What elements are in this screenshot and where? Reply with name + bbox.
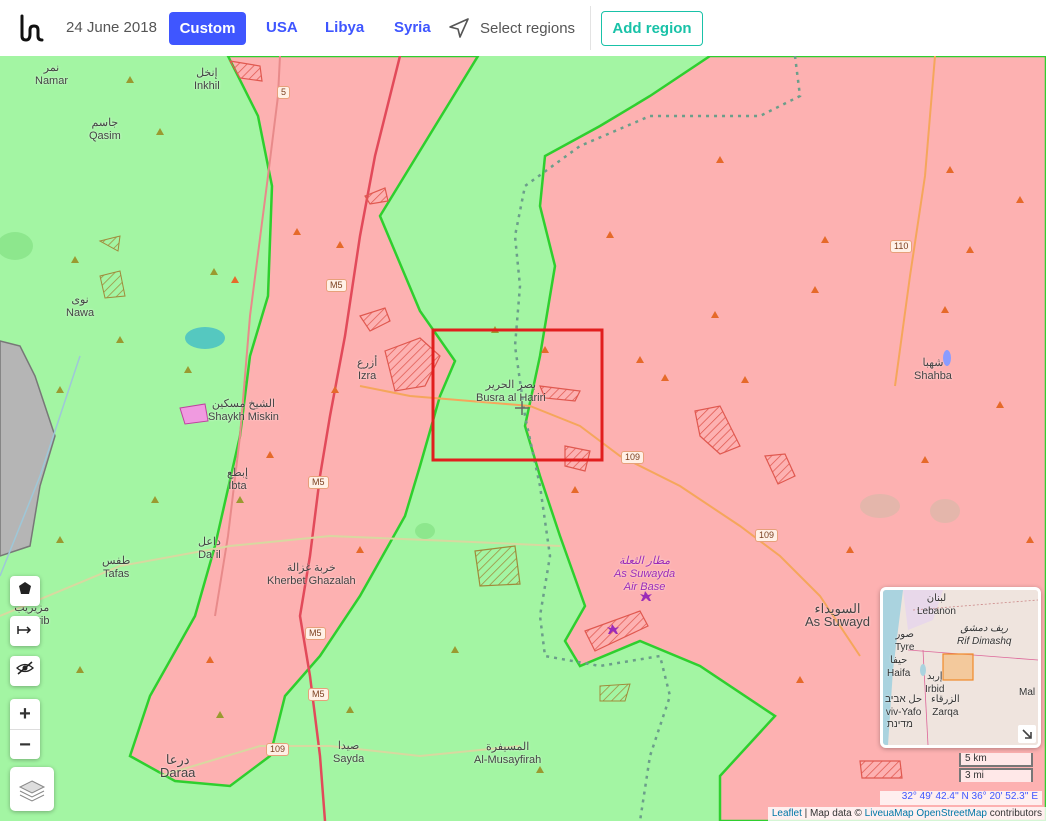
place-label-as-suwayda: السويداء As Suwayd: [805, 601, 871, 629]
minimap-label-mal: Mal: [1019, 687, 1036, 698]
road-shield-5: 5: [277, 86, 291, 99]
arrow-line-icon: [17, 626, 32, 634]
leaflet-link[interactable]: Leaflet: [772, 808, 802, 819]
minimap-collapse-icon[interactable]: [1018, 725, 1036, 743]
place-label-daraa: درعا Daraa: [160, 752, 196, 780]
place-label-izra: أزرع Izra: [357, 357, 378, 382]
draw-line-button[interactable]: [10, 616, 40, 646]
scale-km: 5 km: [959, 753, 1033, 767]
draw-polygon-button[interactable]: [10, 576, 40, 606]
liveuamap-logo[interactable]: [14, 12, 48, 44]
add-region-button[interactable]: Add region: [601, 11, 703, 46]
layers-icon: [18, 780, 46, 802]
select-regions-button[interactable]: Select regions: [448, 17, 575, 39]
place-label-shaykh-miskin: الشيخ مسكين Shaykh Miskin: [208, 398, 279, 423]
place-label-dail: داعل Da`il: [198, 536, 221, 561]
place-label-ibta: إبطع Ibta: [227, 467, 248, 492]
road-shield-m5: M5: [308, 476, 329, 489]
zoom-control: + −: [10, 699, 40, 759]
place-label-airbase: مطار الثعلة As Suwayda Air Base: [614, 555, 676, 593]
minimap-label-tel-aviv: حل אביב viv-Yafo: [885, 694, 923, 718]
road-shield-109: 109: [266, 743, 290, 756]
date-label[interactable]: 24 June 2018: [66, 19, 157, 36]
place-label-kherbet-ghazalah: خربة غزالة Kherbet Ghazalah: [267, 562, 356, 587]
road-shield-109: 109: [755, 529, 779, 542]
layers-button[interactable]: [10, 767, 54, 811]
lake: [185, 327, 225, 349]
place-label-al-musayfirah: المسيفرة Al-Musayfirah: [474, 741, 542, 766]
nav-libya[interactable]: Libya: [325, 19, 364, 36]
place-label-busra-al-hariri: بصر الحرير Busra al Hariri: [476, 379, 546, 404]
minimap-label-tyre: صور Tyre: [895, 629, 915, 653]
place-label-qasim: جاسم Qasim: [89, 117, 121, 142]
place-label-tafas: طفس Tafas: [102, 555, 131, 580]
cursor-coordinates: 32° 49' 42.4'' N 36° 20' 52.3'' E: [880, 791, 1042, 805]
road-shield-m5: M5: [326, 279, 347, 292]
navigation-arrow-icon: [449, 18, 469, 38]
osm-link[interactable]: OpenStreetMap: [916, 808, 987, 819]
minimap-label-hebrew: מדינת: [887, 719, 913, 730]
road-shield-m5: M5: [305, 627, 326, 640]
top-bar: 24 June 2018 Custom USA Libya Syria Sele…: [0, 0, 1046, 57]
liveuamap-link[interactable]: LiveuaMap: [865, 808, 914, 819]
place-label-namar: نمر Namar: [35, 62, 69, 87]
minimap-label-haifa: حيفا Haifa: [887, 655, 911, 679]
road-shield-m5: M5: [308, 688, 329, 701]
minimap[interactable]: لبنان Lebanon ريف دمشق Rif Dimashq صور Tyre…: [880, 587, 1041, 748]
place-label-sayda: صيدا Sayda: [333, 740, 365, 765]
place-label-nawa: نوى Nawa: [66, 294, 95, 319]
select-regions-label: Select regions: [480, 19, 576, 37]
toggle-visibility-button[interactable]: [10, 656, 40, 686]
polygon-icon: [19, 582, 31, 594]
nav-usa[interactable]: USA: [266, 19, 298, 36]
zoom-out-button[interactable]: −: [10, 730, 40, 760]
zoom-in-button[interactable]: +: [10, 699, 40, 730]
map-canvas[interactable]: نمر Namar إنخل Inkhil جاسم Qasim نوى Nawa أز…: [0, 56, 1046, 821]
scale-mi: 3 mi: [959, 768, 1033, 782]
road-shield-110: 110: [890, 240, 913, 253]
road-shield-109: 109: [621, 451, 645, 464]
nav-syria[interactable]: Syria: [394, 19, 431, 36]
hatched-zone-rebel: [474, 545, 521, 587]
minimap-label-zarqa: الزرقاء Zarqa: [931, 694, 960, 718]
custom-button[interactable]: Custom: [169, 12, 246, 45]
scale-bar: 5 km 3 mi: [959, 753, 1033, 783]
header-divider: [590, 6, 591, 50]
place-label-inkhil: إنخل Inkhil: [194, 67, 220, 92]
eye-slash-icon: [16, 661, 34, 675]
place-label-shahba: شهبا Shahba: [914, 357, 952, 382]
map-attribution: Leaflet | Map data © LiveuaMap OpenStree…: [767, 807, 1046, 821]
minimap-label-rif-dimashq: ريف دمشق Rif Dimashq: [957, 623, 1012, 647]
minimap-label-lebanon: لبنان Lebanon: [917, 593, 956, 617]
